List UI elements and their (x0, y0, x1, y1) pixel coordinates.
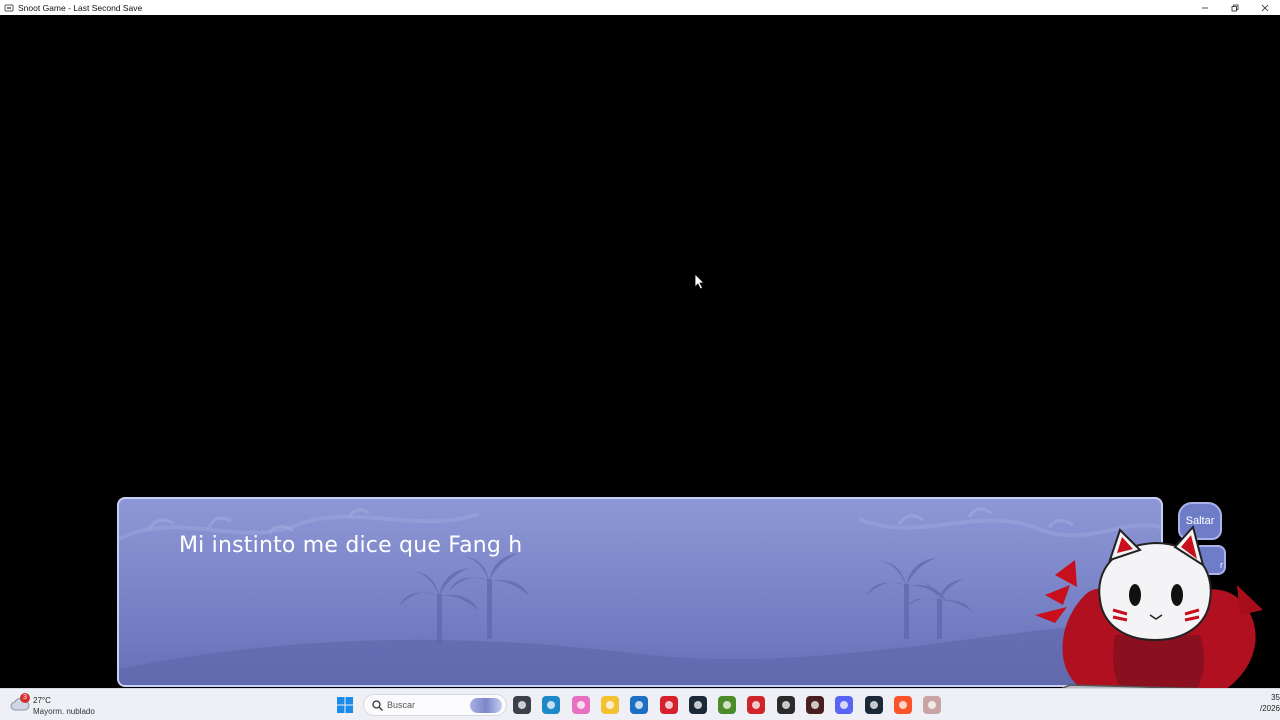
weather-condition: Mayorm. nublado (33, 707, 95, 716)
wps-icon[interactable] (747, 696, 765, 714)
minecraft-icon-glyph (723, 701, 731, 709)
weather-temperature: 27°C (33, 696, 51, 705)
minimize-icon (1202, 7, 1208, 8)
mouse-cursor-icon (695, 274, 705, 290)
file-manager-icon[interactable] (513, 696, 531, 714)
edge-icon-glyph (547, 701, 555, 709)
obs-icon[interactable] (777, 696, 795, 714)
windows-start-icon[interactable] (337, 697, 353, 713)
folder-icon[interactable] (601, 696, 619, 714)
steam-icon-2-glyph (870, 701, 878, 709)
discord-icon[interactable] (835, 696, 853, 714)
file-manager-icon-glyph (518, 701, 526, 709)
snoot-game-icon-glyph (928, 701, 936, 709)
dialogue-text: Mi instinto me dice que Fang h (179, 533, 523, 558)
app-icon (4, 4, 14, 11)
close-button[interactable] (1250, 0, 1280, 15)
dialogue-background-decoration (119, 507, 1161, 685)
restore-button[interactable] (1220, 0, 1250, 15)
wps-icon-glyph (752, 701, 760, 709)
copilot-icon[interactable] (572, 696, 590, 714)
dialogue-box[interactable]: Mi instinto me dice que Fang h (117, 497, 1163, 687)
mascot-character (1035, 524, 1263, 688)
search-highlight-image (470, 698, 502, 713)
window-title: Snoot Game - Last Second Save (18, 2, 143, 13)
search-icon (372, 700, 383, 711)
steam-icon-glyph (694, 701, 702, 709)
edge-icon[interactable] (542, 696, 560, 714)
snoot-game-icon[interactable] (923, 696, 941, 714)
window-titlebar: Snoot Game - Last Second Save (0, 0, 1280, 15)
restore-icon (1231, 4, 1239, 11)
folder-icon-glyph (606, 701, 614, 709)
obs-icon-glyph (782, 701, 790, 709)
store-icon-glyph (635, 701, 643, 709)
game-icon[interactable] (806, 696, 824, 714)
steam-icon[interactable] (689, 696, 707, 714)
brave-icon-glyph (899, 701, 907, 709)
weather-badge: 3 (20, 693, 30, 703)
clock-date: /2026 (1259, 704, 1280, 713)
steam-icon-2[interactable] (865, 696, 883, 714)
search-placeholder: Buscar (387, 700, 416, 710)
system-clock[interactable]: 35 /2026 (1240, 692, 1280, 714)
discord-icon-glyph (840, 701, 848, 709)
opera-icon[interactable] (660, 696, 678, 714)
taskbar-search-input[interactable]: Buscar (363, 694, 507, 716)
close-icon (1261, 4, 1269, 11)
game-viewport[interactable]: Mi instinto me dice que Fang h r Saltar (0, 15, 1280, 688)
minecraft-icon[interactable] (718, 696, 736, 714)
opera-icon-glyph (665, 701, 673, 709)
store-icon[interactable] (630, 696, 648, 714)
game-icon-glyph (811, 701, 819, 709)
clock-time: 35 (1271, 693, 1280, 702)
copilot-icon-glyph (577, 701, 585, 709)
minimize-button[interactable] (1190, 0, 1220, 15)
brave-icon[interactable] (894, 696, 912, 714)
taskbar: 3 27°C Mayorm. nublado Buscar 35 /2026 (0, 688, 1280, 720)
weather-widget[interactable]: 3 27°C Mayorm. nublado (10, 693, 120, 717)
